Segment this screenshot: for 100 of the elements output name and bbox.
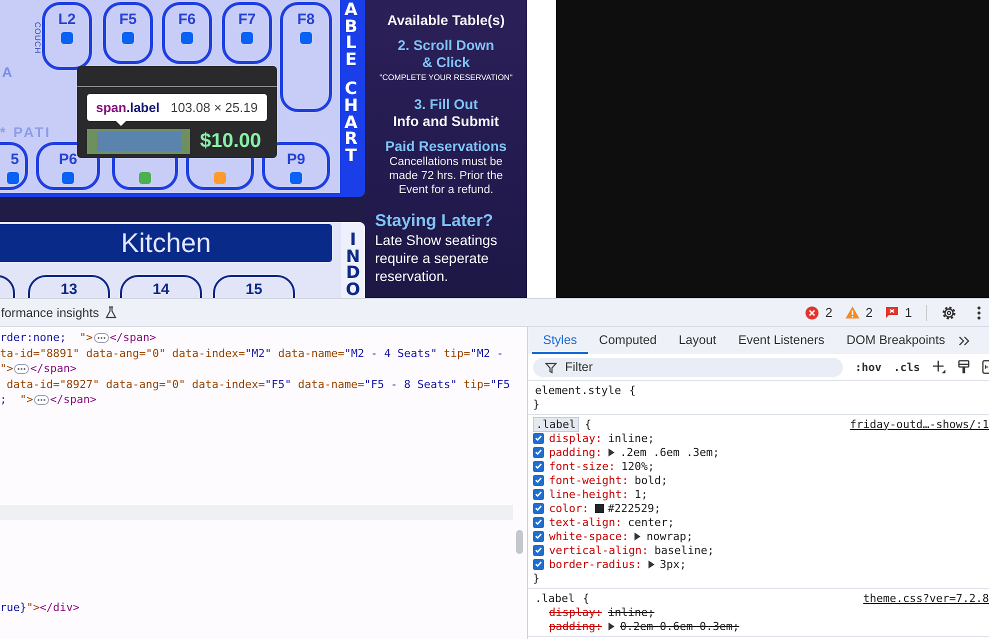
code-line: ta-id="8891" data-ang="0" data-index="M2" data-name="M2 - 4 Seats" tip="M2 - [0, 346, 504, 361]
property-value[interactable]: bold; [634, 474, 668, 486]
expand-triangle-icon[interactable] [608, 622, 615, 630]
scrollbar-thumb[interactable] [516, 530, 523, 554]
brace-text: { [629, 384, 636, 396]
table-outline[interactable]: F7 [222, 2, 272, 64]
sidebar-icon[interactable] [982, 359, 989, 375]
couch-label: COUCH [33, 22, 42, 54]
property-name[interactable]: line-height: [549, 488, 628, 500]
table-label: 15 [246, 281, 262, 298]
color-value[interactable]: #222529 [608, 502, 654, 514]
table-label: F7 [238, 11, 256, 28]
plus-icon[interactable] [932, 359, 946, 375]
checkbox[interactable] [533, 516, 544, 528]
code-text: </span> [110, 330, 156, 346]
code-text: rder:none; [0, 330, 68, 346]
flask-icon [104, 306, 117, 319]
panel-tab[interactable]: Computed [588, 327, 668, 354]
css-selector[interactable]: .label [533, 592, 577, 604]
checkbox[interactable] [533, 488, 544, 500]
checkbox[interactable] [533, 446, 544, 458]
source-link[interactable]: theme.css?ver=7.2.8 [863, 592, 989, 604]
property-name[interactable]: padding: [549, 620, 602, 632]
error-icon[interactable] [805, 306, 820, 320]
code-text: "> [0, 361, 14, 376]
ellipsis-icon[interactable] [34, 394, 50, 405]
checkbox[interactable] [533, 558, 544, 570]
property-name[interactable]: padding: [549, 446, 602, 458]
issue-count: 1 [904, 305, 912, 320]
property-value[interactable]: nowrap; [646, 530, 693, 542]
table-outline[interactable]: F5 [103, 2, 153, 64]
expand-triangle-icon[interactable] [634, 532, 642, 540]
ellipsis-icon[interactable] [14, 364, 30, 374]
property-name[interactable]: display: [549, 432, 602, 444]
instruction-text: Available Table(s) [387, 12, 505, 28]
instruction-text: Info and Submit [393, 113, 499, 129]
color-swatch[interactable] [594, 504, 604, 512]
panel-tab[interactable]: DOM Breakpoints [835, 327, 956, 354]
source-link[interactable]: friday-outd…-shows/:1 [850, 418, 989, 430]
instruction-text: "COMPLETE YOUR RESERVATION" [379, 73, 513, 82]
table-label: 14 [152, 281, 170, 298]
toggle-button[interactable]: .cls [894, 360, 920, 374]
checkbox[interactable] [533, 544, 544, 556]
property-value[interactable]: .2em .6em .3em; [620, 446, 720, 458]
instruction-text: Paid Reservations [385, 138, 507, 155]
issue-flag-icon[interactable] [884, 306, 899, 319]
table-label: P9 [286, 151, 306, 168]
brace-text: } [533, 398, 540, 410]
checkbox[interactable] [533, 460, 544, 472]
property-name[interactable]: font-size: [549, 460, 616, 472]
table-label: F6 [178, 11, 196, 28]
panel-tab[interactable]: Layout [668, 327, 728, 354]
element-selector: span.label [96, 100, 160, 115]
expand-triangle-icon[interactable] [608, 448, 615, 456]
property-name[interactable]: border-radius: [549, 558, 642, 570]
panel-tab[interactable]: Event Listeners [727, 327, 836, 354]
css-selector[interactable]: .label [533, 416, 579, 432]
property-name[interactable]: vertical-align: [549, 544, 648, 556]
property-value[interactable]: inline; [608, 432, 654, 444]
table-outline[interactable]: F6 [162, 2, 212, 64]
brace-text: } [533, 572, 540, 584]
filter-field[interactable]: Filter [533, 358, 843, 376]
property-value[interactable]: center; [628, 516, 674, 528]
table-label: 5 [10, 151, 19, 168]
instruction-text: 3. Fill Out [414, 96, 478, 113]
property-name[interactable]: font-weight: [549, 474, 628, 486]
property-value[interactable]: 1; [634, 488, 648, 500]
property-value[interactable]: 0.2em 0.6em 0.3em; [620, 620, 740, 632]
property-value[interactable]: ; [654, 502, 661, 514]
instruction-text: Cancellations must be made 72 hrs. Prior the Event for a refund. [388, 155, 504, 197]
table-outline[interactable]: 5 [0, 142, 28, 190]
property-name[interactable]: display: [549, 606, 602, 618]
more-options-icon[interactable] [977, 306, 981, 320]
property-name[interactable]: white-space: [549, 530, 628, 542]
property-name[interactable]: text-align: [549, 516, 622, 528]
code-text: "> [20, 392, 34, 408]
table-label: 13 [60, 281, 78, 298]
code-line: data-id="8927" data-ang="0" data-index="F5" data-name="F5 - 8 Seats" tip="F5 [6, 376, 510, 392]
instruction-text: Staying Later? [374, 211, 494, 231]
panel-tab[interactable]: formance insights [1, 306, 99, 320]
css-selector[interactable]: element.style [533, 384, 624, 396]
chevron-double-icon[interactable] [958, 334, 970, 346]
paint-brush-icon[interactable] [958, 359, 970, 375]
settings-icon[interactable] [941, 304, 957, 320]
patio-label: * PATI [0, 124, 52, 140]
property-value[interactable]: 3px; [660, 558, 686, 570]
ellipsis-icon[interactable] [94, 332, 109, 343]
property-value[interactable]: baseline; [654, 544, 714, 556]
property-name[interactable]: color: [549, 502, 589, 514]
table-outline[interactable]: F8 [280, 2, 332, 112]
toggle-button[interactable]: :hov [855, 360, 882, 374]
expand-triangle-icon[interactable] [648, 560, 655, 568]
checkbox[interactable] [533, 530, 544, 542]
checkbox[interactable] [533, 474, 544, 486]
checkbox[interactable] [533, 502, 544, 514]
checkbox[interactable] [533, 432, 544, 444]
warning-count: 2 [866, 305, 873, 320]
property-value[interactable]: inline; [608, 606, 654, 618]
panel-tab[interactable]: Styles [532, 327, 588, 354]
property-value[interactable]: 120%; [621, 460, 654, 472]
